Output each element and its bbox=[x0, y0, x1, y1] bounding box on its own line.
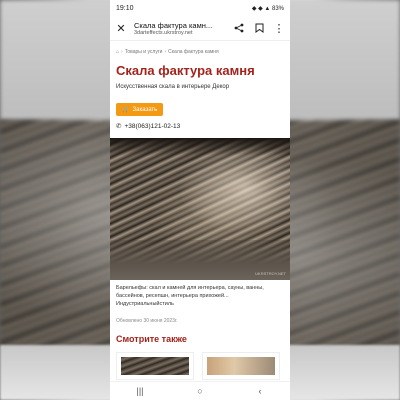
status-indicators: ◆ ◆ ▲ 83% bbox=[251, 5, 284, 12]
product-description: Барельефы: скал и камней для интерьера, … bbox=[116, 285, 264, 307]
photo-ceiling bbox=[110, 138, 290, 156]
phone-screen: 19:10 ◆ ◆ ▲ 83% ✕ Скала фактура камн... … bbox=[110, 0, 290, 400]
page-subtitle: Искусственная скала в интерьере Декор bbox=[116, 84, 230, 90]
order-button[interactable]: 🛒 Заказать bbox=[116, 103, 164, 116]
see-also-heading: Смотрите также bbox=[116, 334, 187, 344]
related-items bbox=[116, 352, 284, 380]
home-button-icon[interactable]: ○ bbox=[190, 386, 210, 396]
back-icon[interactable]: ‹ bbox=[250, 386, 270, 396]
breadcrumb-item-current: Скала фактура камня bbox=[168, 49, 219, 55]
breadcrumb: ⌂ › Товары и услуги › Скала фактура камн… bbox=[116, 49, 284, 55]
breadcrumb-separator: › bbox=[121, 49, 123, 55]
page-url: 3darteffects.ukrstroy.net bbox=[134, 29, 193, 36]
page-tab-title: Скала фактура камн... bbox=[134, 20, 213, 30]
photo-watermark: UKRSTROY.NET bbox=[255, 271, 286, 276]
updated-date: Обновлено 30 июня 2023г. bbox=[116, 318, 178, 324]
related-item-image bbox=[121, 357, 189, 375]
status-bar: 19:10 ◆ ◆ ▲ 83% bbox=[110, 0, 290, 16]
related-item[interactable] bbox=[116, 352, 194, 380]
close-icon[interactable]: ✕ bbox=[114, 21, 128, 35]
home-icon[interactable]: ⌂ bbox=[116, 49, 119, 55]
breadcrumb-item-goods[interactable]: Товары и услуги bbox=[125, 49, 163, 55]
more-vert-icon[interactable]: ⋮ bbox=[272, 21, 286, 35]
status-icons: ◆ ◆ ▲ 83% bbox=[252, 5, 284, 12]
address-bar[interactable]: Скала фактура камн... 3darteffects.ukrst… bbox=[134, 21, 226, 36]
share-icon[interactable] bbox=[232, 21, 246, 35]
breadcrumb-separator: › bbox=[164, 49, 167, 55]
product-photo[interactable]: UKRSTROY.NET bbox=[110, 138, 290, 280]
bookmark-icon[interactable] bbox=[252, 21, 266, 35]
status-time: 19:10 bbox=[116, 4, 134, 12]
phone-icon: ✆ bbox=[116, 123, 122, 130]
browser-toolbar: ✕ Скала фактура камн... 3darteffects.ukr… bbox=[110, 16, 290, 41]
cart-icon: 🛒 bbox=[122, 107, 130, 113]
page-content: ⌂ › Товары и услуги › Скала фактура камн… bbox=[110, 41, 290, 380]
related-item-image bbox=[207, 357, 275, 375]
page-title: Скала фактура камня bbox=[116, 63, 255, 78]
phone-contact[interactable]: ✆ +38(063)121-02-13 bbox=[116, 122, 284, 131]
android-nav-bar: ||| ○ ‹ bbox=[110, 381, 290, 400]
related-item[interactable] bbox=[202, 352, 280, 380]
phone-number: +38(063)121-02-13 bbox=[124, 122, 181, 130]
order-button-label: Заказать bbox=[132, 106, 158, 113]
recent-apps-icon[interactable]: ||| bbox=[130, 386, 150, 396]
